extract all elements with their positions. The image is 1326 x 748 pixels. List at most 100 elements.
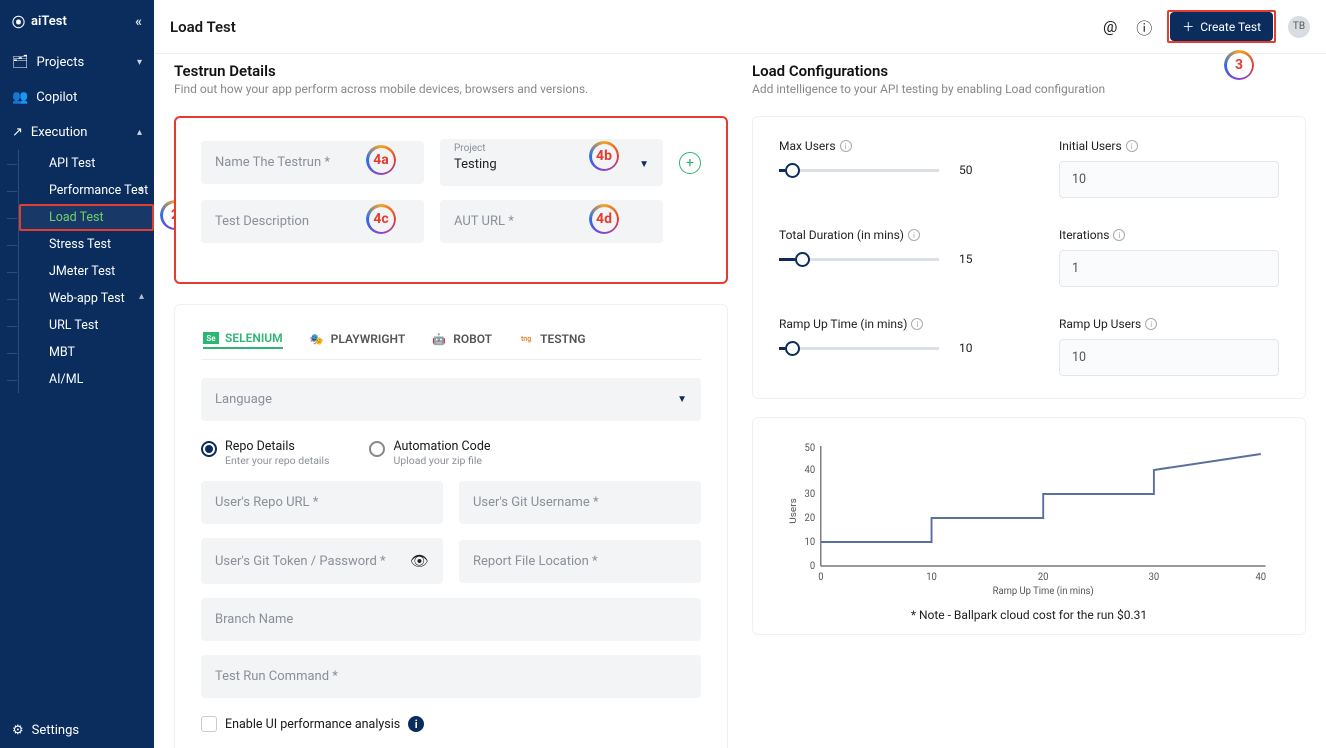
git-token-input[interactable]: User's Git Token / Password *👁: [201, 538, 443, 584]
info-icon[interactable]: i: [840, 140, 852, 152]
placeholder: AUT URL *: [454, 214, 514, 229]
ramp-time-label: Ramp Up Time (in mins): [779, 317, 907, 331]
main: Load Test @ ⓘ ＋ Create Test TB 3 Testrun…: [154, 0, 1326, 748]
sidebar-item-label: Copilot: [36, 90, 77, 105]
info-icon[interactable]: i: [1145, 318, 1157, 330]
tab-playwright[interactable]: 🎭PLAYWRIGHT: [309, 331, 406, 349]
chart-ylabel: Users: [788, 498, 799, 523]
report-location-input[interactable]: Report File Location *: [459, 540, 701, 583]
language-select[interactable]: Language ▼: [201, 378, 701, 421]
svg-text:50: 50: [805, 443, 816, 454]
svg-text:30: 30: [805, 489, 816, 500]
ramp-time-slider[interactable]: [779, 347, 939, 350]
sidebar-item-label: Settings: [32, 723, 79, 738]
svg-text:20: 20: [805, 513, 816, 524]
chart-note: * Note - Ballpark cloud cost for the run…: [783, 608, 1275, 622]
test-run-command-input[interactable]: Test Run Command *: [201, 655, 701, 698]
annotation-4c: 4c: [366, 204, 396, 234]
section-title: Load Configurations: [752, 62, 1306, 80]
page-title: Load Test: [170, 18, 236, 36]
sidebar-item-performance-test[interactable]: Performance Test▴: [19, 177, 154, 204]
sidebar-item-execution[interactable]: ↗ Execution ▴: [0, 115, 154, 150]
ramp-chart-card: 01020304050 010203040 Users Ramp Up Time…: [752, 417, 1306, 635]
section-subtitle: Find out how your app perform across mob…: [174, 82, 728, 96]
sidebar-item-url-test[interactable]: URL Test: [19, 312, 154, 339]
radio-automation-code[interactable]: Automation Code Upload your zip file: [369, 439, 490, 467]
sidebar-item-projects[interactable]: 🗂 Projects ▾: [0, 45, 154, 80]
project-select[interactable]: Testing ▼ 4b: [440, 139, 663, 186]
svg-text:40: 40: [1255, 572, 1266, 583]
sidebar-item-api-test[interactable]: API Test: [19, 150, 154, 177]
sidebar-item-label: Projects: [37, 55, 85, 70]
radio-sub: Upload your zip file: [393, 454, 490, 467]
ramp-chart: 01020304050 010203040 Users Ramp Up Time…: [783, 436, 1275, 596]
iterations-input[interactable]: 1: [1059, 250, 1279, 287]
ramp-users-input[interactable]: 10: [1059, 339, 1279, 376]
sidebar-item-webapp-test[interactable]: Web-app Test▴: [19, 285, 154, 312]
sidebar-item-jmeter-test[interactable]: JMeter Test: [19, 258, 154, 285]
placeholder: Language: [215, 392, 272, 407]
info-icon[interactable]: ⓘ: [1133, 16, 1155, 38]
eye-icon[interactable]: 👁: [410, 552, 429, 570]
chevron-up-icon: ▴: [137, 127, 142, 138]
chevron-down-icon: ▾: [137, 57, 142, 68]
radio-icon: [201, 441, 217, 457]
sidebar: ⦿ aiTest « 🗂 Projects ▾ 👥 Copilot ↗ Exec…: [0, 0, 154, 748]
radio-repo-details[interactable]: Repo Details Enter your repo details: [201, 439, 329, 467]
tab-selenium[interactable]: SeSELENIUM: [203, 331, 283, 349]
info-icon[interactable]: i: [908, 229, 920, 241]
radio-sub: Enter your repo details: [225, 454, 329, 467]
load-config-card: Max Usersi 50 Initial Usersi 10 Total Du…: [752, 116, 1306, 399]
section-title: Testrun Details: [174, 62, 728, 80]
tab-robot[interactable]: 🤖ROBOT: [431, 331, 492, 349]
sidebar-item-load-test[interactable]: Load Test 2: [19, 204, 154, 231]
dropdown-icon: ▼: [639, 159, 649, 170]
info-icon[interactable]: i: [911, 318, 923, 330]
max-users-slider[interactable]: [779, 169, 939, 172]
radio-title: Automation Code: [393, 439, 490, 454]
test-description-input[interactable]: Test Description 4c: [201, 200, 424, 243]
plus-icon: ＋: [1182, 18, 1194, 35]
load-config-column: Load Configurations Add intelligence to …: [752, 62, 1306, 732]
info-icon[interactable]: i: [408, 716, 424, 732]
dropdown-icon: ▼: [677, 394, 687, 405]
add-project-button[interactable]: +: [679, 152, 701, 174]
sidebar-item-settings[interactable]: ⚙ Settings: [0, 713, 154, 748]
placeholder: Test Description: [215, 214, 309, 229]
sidebar-item-aiml[interactable]: AI/ML: [19, 366, 154, 393]
svg-text:40: 40: [805, 465, 816, 476]
chevron-up-icon: ▴: [139, 291, 144, 302]
brand-logo: ⦿ aiTest «: [0, 0, 154, 45]
collapse-sidebar-icon[interactable]: «: [135, 14, 142, 30]
branch-name-input[interactable]: Branch Name: [201, 598, 701, 641]
enable-perf-checkbox[interactable]: [201, 716, 217, 732]
total-duration-slider[interactable]: [779, 258, 939, 261]
enable-perf-label: Enable UI performance analysis: [225, 717, 400, 732]
testrun-column: Testrun Details Find out how your app pe…: [174, 62, 728, 732]
selenium-icon: Se: [203, 332, 219, 344]
name-testrun-input[interactable]: Name The Testrun * 4a: [201, 141, 424, 184]
sidebar-item-stress-test[interactable]: Stress Test: [19, 231, 154, 258]
iterations-label: Iterations: [1059, 228, 1109, 242]
svg-text:0: 0: [810, 561, 815, 572]
initial-users-input[interactable]: 10: [1059, 161, 1279, 198]
aut-url-input[interactable]: AUT URL * 4d: [440, 200, 663, 243]
ramp-users-label: Ramp Up Users: [1059, 317, 1141, 331]
placeholder: Name The Testrun *: [215, 155, 330, 170]
info-icon[interactable]: i: [1113, 229, 1125, 241]
svg-text:30: 30: [1149, 572, 1160, 583]
topbar: Load Test @ ⓘ ＋ Create Test TB 3: [154, 0, 1326, 54]
repo-url-input[interactable]: User's Repo URL *: [201, 481, 443, 524]
copilot-icon: 👥: [12, 90, 28, 105]
at-icon[interactable]: @: [1099, 16, 1121, 38]
sidebar-item-mbt[interactable]: MBT: [19, 339, 154, 366]
testrun-details-card: Name The Testrun * 4a Testing ▼ 4b + Tes…: [174, 116, 728, 284]
avatar[interactable]: TB: [1288, 16, 1310, 38]
info-icon[interactable]: i: [1126, 140, 1138, 152]
git-username-input[interactable]: User's Git Username *: [459, 481, 701, 524]
testng-icon: tng: [518, 333, 534, 345]
tab-testng[interactable]: tngTESTNG: [518, 331, 586, 349]
framework-card: SeSELENIUM 🎭PLAYWRIGHT 🤖ROBOT tngTESTNG …: [174, 304, 728, 748]
create-test-button[interactable]: ＋ Create Test: [1170, 12, 1273, 41]
sidebar-item-copilot[interactable]: 👥 Copilot: [0, 80, 154, 115]
